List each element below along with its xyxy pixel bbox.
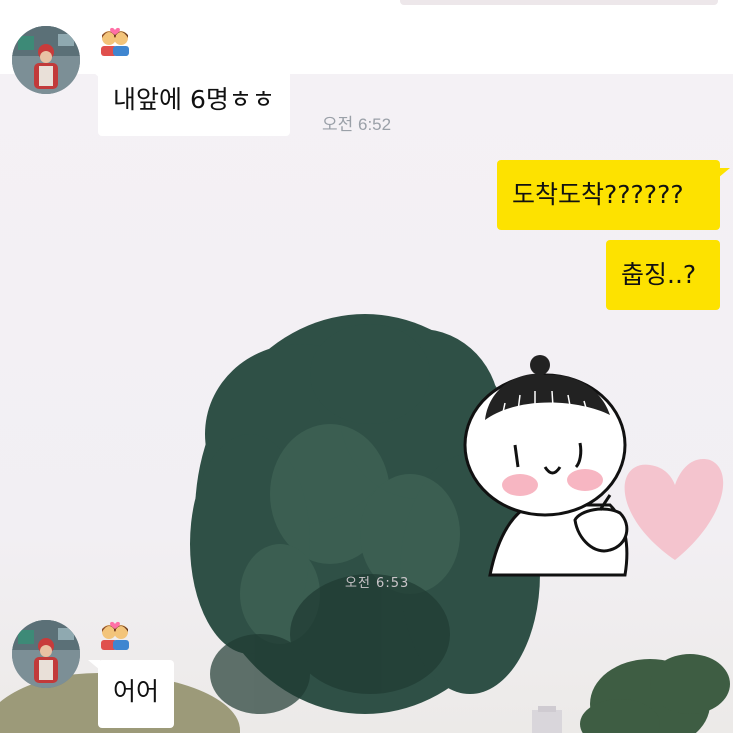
incoming-message-bubble[interactable]: 내앞에 6명ㅎㅎ bbox=[98, 68, 290, 136]
couple-emoji-icon bbox=[101, 27, 129, 56]
faint-timestamp: 오전 6:53 bbox=[345, 576, 410, 591]
avatar-photo bbox=[12, 620, 80, 688]
message-timestamp: 오전 6:52 bbox=[322, 115, 392, 134]
contact-avatar[interactable] bbox=[12, 26, 80, 94]
outgoing-message-bubble[interactable]: 춥징..? bbox=[606, 240, 720, 310]
contact-avatar[interactable] bbox=[12, 620, 80, 688]
outgoing-message-bubble[interactable]: 도착도착?????? bbox=[497, 160, 720, 230]
couple-emoji-icon bbox=[101, 621, 129, 650]
incoming-message-bubble[interactable]: 어어 bbox=[98, 660, 175, 728]
message-text: 도착도착?????? bbox=[512, 180, 684, 209]
outgoing-bubble-tail bbox=[718, 168, 730, 178]
message-text: 어어 bbox=[113, 677, 160, 706]
message-text: 춥징..? bbox=[621, 260, 697, 289]
message-text: 내앞에 6명ㅎㅎ bbox=[113, 85, 275, 114]
bun-hair-character-finger-heart-sticker[interactable] bbox=[460, 345, 730, 585]
avatar-photo bbox=[12, 26, 80, 94]
top-strip bbox=[400, 0, 718, 5]
